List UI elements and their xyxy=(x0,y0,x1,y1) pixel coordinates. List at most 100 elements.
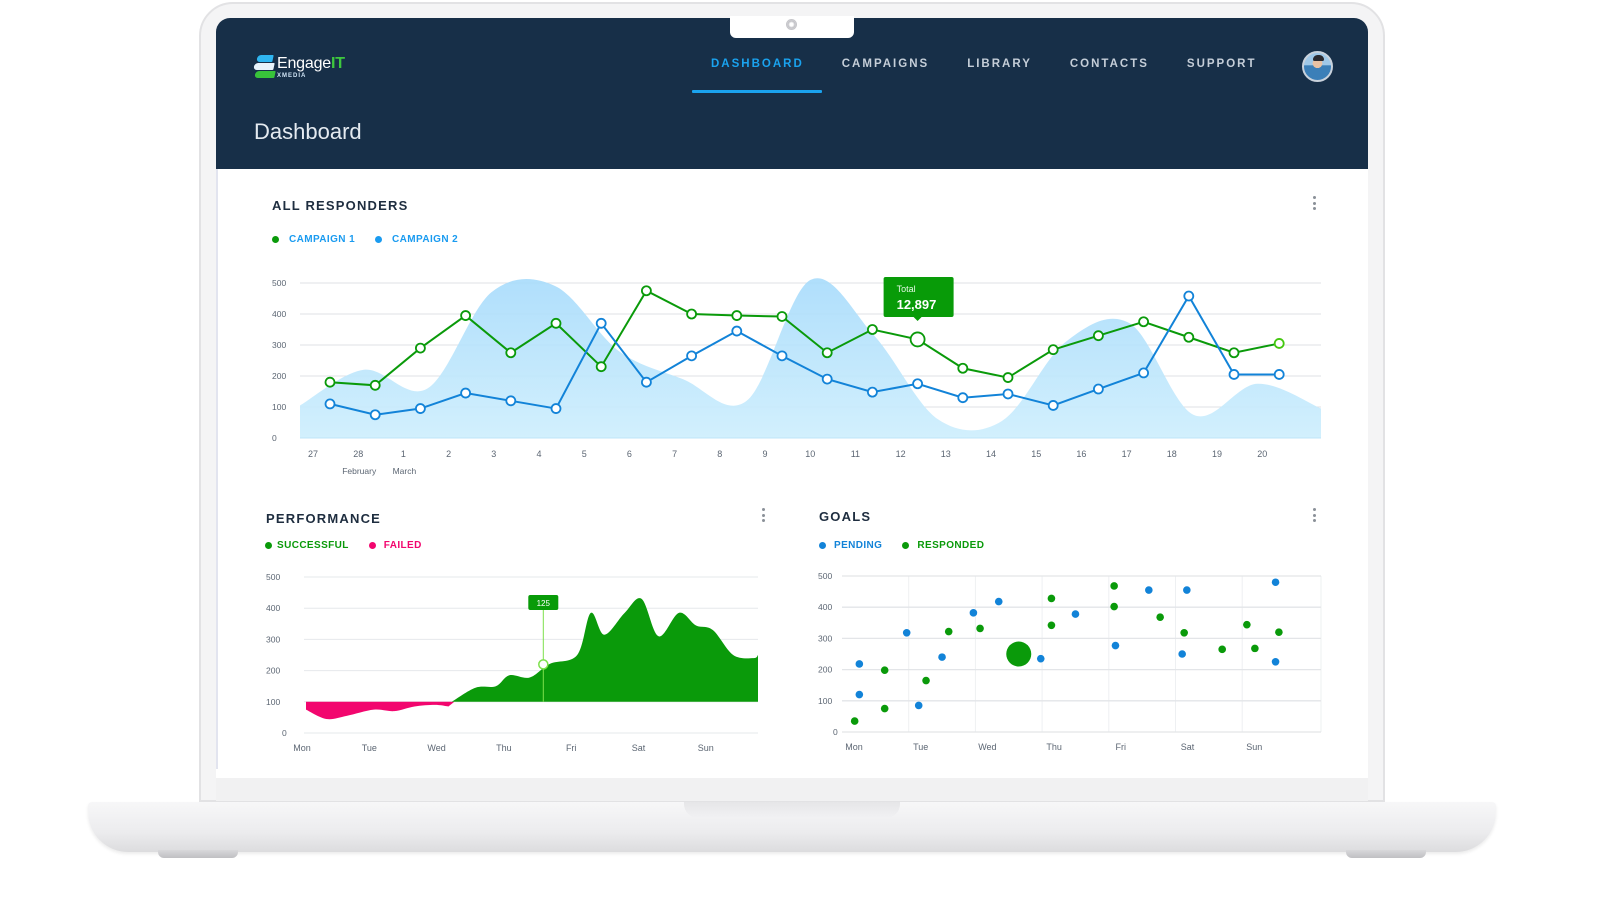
pending-point xyxy=(1271,578,1280,587)
app-screen: EngageIT XMEDIA DASHBOARD CAMPAIGNS LIBR… xyxy=(216,18,1368,778)
successful-area xyxy=(451,598,758,702)
failed-area xyxy=(306,701,455,720)
responders-x-tick-label: 9 xyxy=(762,449,767,459)
laptop-foot-left xyxy=(158,850,238,858)
performance-x-tick-label: Tue xyxy=(362,743,377,753)
goals-x-tick-label: Sun xyxy=(1246,742,1262,752)
campaign-1-point xyxy=(460,310,472,321)
performance-marker-point xyxy=(538,659,549,670)
campaign-2-point xyxy=(1093,383,1104,395)
goals-x-tick-label: Thu xyxy=(1046,742,1062,752)
responders-y-tick-label: 300 xyxy=(272,340,286,350)
goals-highlight-bubble xyxy=(1006,641,1032,667)
campaign-2-point xyxy=(1047,400,1059,411)
responders-month-label: February xyxy=(342,466,377,476)
campaign-1-point xyxy=(686,308,698,320)
campaign-2-point xyxy=(912,378,923,390)
campaign-2-point xyxy=(957,392,969,404)
goals-x-tick-label: Tue xyxy=(913,742,928,752)
responded-point xyxy=(880,704,889,713)
responders-x-tick-label: 12 xyxy=(896,449,906,459)
campaign-2-point xyxy=(776,350,788,362)
responded-point xyxy=(880,666,889,675)
campaign-2-point xyxy=(1228,369,1240,380)
responded-point xyxy=(1218,645,1226,654)
performance-x-tick-label: Thu xyxy=(496,743,512,753)
responded-point xyxy=(1110,582,1118,590)
pending-point xyxy=(1071,610,1080,618)
responders-x-tick-label: 11 xyxy=(851,449,860,459)
responders-x-tick-label: 1 xyxy=(401,449,406,459)
campaign-1-point xyxy=(1138,316,1149,328)
campaign-2-point xyxy=(550,403,562,414)
performance-marker-value: 125 xyxy=(537,599,551,608)
pending-point xyxy=(855,660,864,668)
responders-x-tick-label: 4 xyxy=(536,449,541,459)
responded-point xyxy=(1047,594,1056,603)
responded-point xyxy=(1110,602,1118,611)
campaign-1-point xyxy=(957,362,969,374)
campaign-1-point xyxy=(821,347,833,359)
goals-y-tick-label: 200 xyxy=(818,665,832,675)
pending-point xyxy=(914,701,923,710)
pending-point xyxy=(1178,650,1186,658)
goals-y-tick-label: 0 xyxy=(833,727,838,737)
goals-x-tick-label: Mon xyxy=(845,742,863,752)
laptop-base xyxy=(88,802,1496,852)
campaign-2-point xyxy=(595,317,607,329)
performance-x-tick-label: Sat xyxy=(632,743,646,753)
performance-y-tick-label: 400 xyxy=(266,603,280,613)
campaign-2-point xyxy=(1002,388,1014,400)
responders-y-tick-label: 500 xyxy=(272,278,286,288)
responded-point xyxy=(1180,628,1188,637)
laptop-opening-notch xyxy=(684,802,900,818)
campaign-1-point xyxy=(324,376,336,388)
responders-x-tick-label: 7 xyxy=(672,449,677,459)
performance-y-tick-label: 200 xyxy=(266,666,280,676)
responders-y-tick-label: 100 xyxy=(272,402,286,412)
goals-y-tick-label: 400 xyxy=(818,602,832,612)
campaign-1-point xyxy=(1093,330,1104,342)
responders-x-tick-label: 8 xyxy=(717,449,722,459)
campaign-1-point xyxy=(909,331,926,348)
goals-y-tick-label: 500 xyxy=(818,571,832,581)
campaign-2-point xyxy=(821,373,833,385)
responded-point xyxy=(850,717,859,725)
campaign-1-point xyxy=(640,285,652,297)
total-responders-area xyxy=(300,278,1321,438)
responded-point xyxy=(1251,644,1259,653)
responders-x-tick-label: 18 xyxy=(1167,449,1177,459)
pending-point xyxy=(1183,586,1191,594)
campaign-1-point xyxy=(595,361,607,373)
campaign-1-point xyxy=(1273,338,1285,349)
campaign-1-point xyxy=(550,317,562,329)
responded-point xyxy=(1275,628,1283,636)
responders-y-tick-label: 0 xyxy=(272,433,277,443)
campaign-2-point xyxy=(505,395,517,407)
campaign-1-point xyxy=(414,342,426,354)
pending-point xyxy=(1036,654,1045,663)
tooltip-value: 12,897 xyxy=(897,297,937,312)
responders-y-tick-label: 200 xyxy=(272,371,286,381)
responders-y-tick-label: 400 xyxy=(272,309,286,319)
performance-y-tick-label: 100 xyxy=(266,697,280,707)
responders-month-label: March xyxy=(393,466,417,476)
responders-x-tick-label: 10 xyxy=(805,449,815,459)
responded-point xyxy=(1156,613,1164,621)
responders-x-tick-label: 5 xyxy=(582,449,587,459)
campaign-2-point xyxy=(460,387,472,399)
campaign-2-point xyxy=(1273,369,1285,380)
responders-x-tick-label: 3 xyxy=(491,449,496,459)
goals-y-tick-label: 100 xyxy=(818,696,832,706)
campaign-2-point xyxy=(1183,290,1195,302)
goals-x-tick-label: Wed xyxy=(978,742,996,752)
campaign-1-point xyxy=(867,324,878,335)
campaign-1-point xyxy=(1047,344,1059,356)
goals-x-tick-label: Sat xyxy=(1181,742,1195,752)
campaign-1-point xyxy=(369,379,381,391)
campaign-1-point xyxy=(731,310,743,321)
responders-x-tick-label: 28 xyxy=(353,449,363,459)
campaign-2-point xyxy=(1138,367,1149,379)
charts-canvas: 010020030040050027 28 1 2 3 4 5 6 7 8 9 10 11 12 13 14 1… xyxy=(266,277,1322,753)
pending-point xyxy=(938,653,946,661)
